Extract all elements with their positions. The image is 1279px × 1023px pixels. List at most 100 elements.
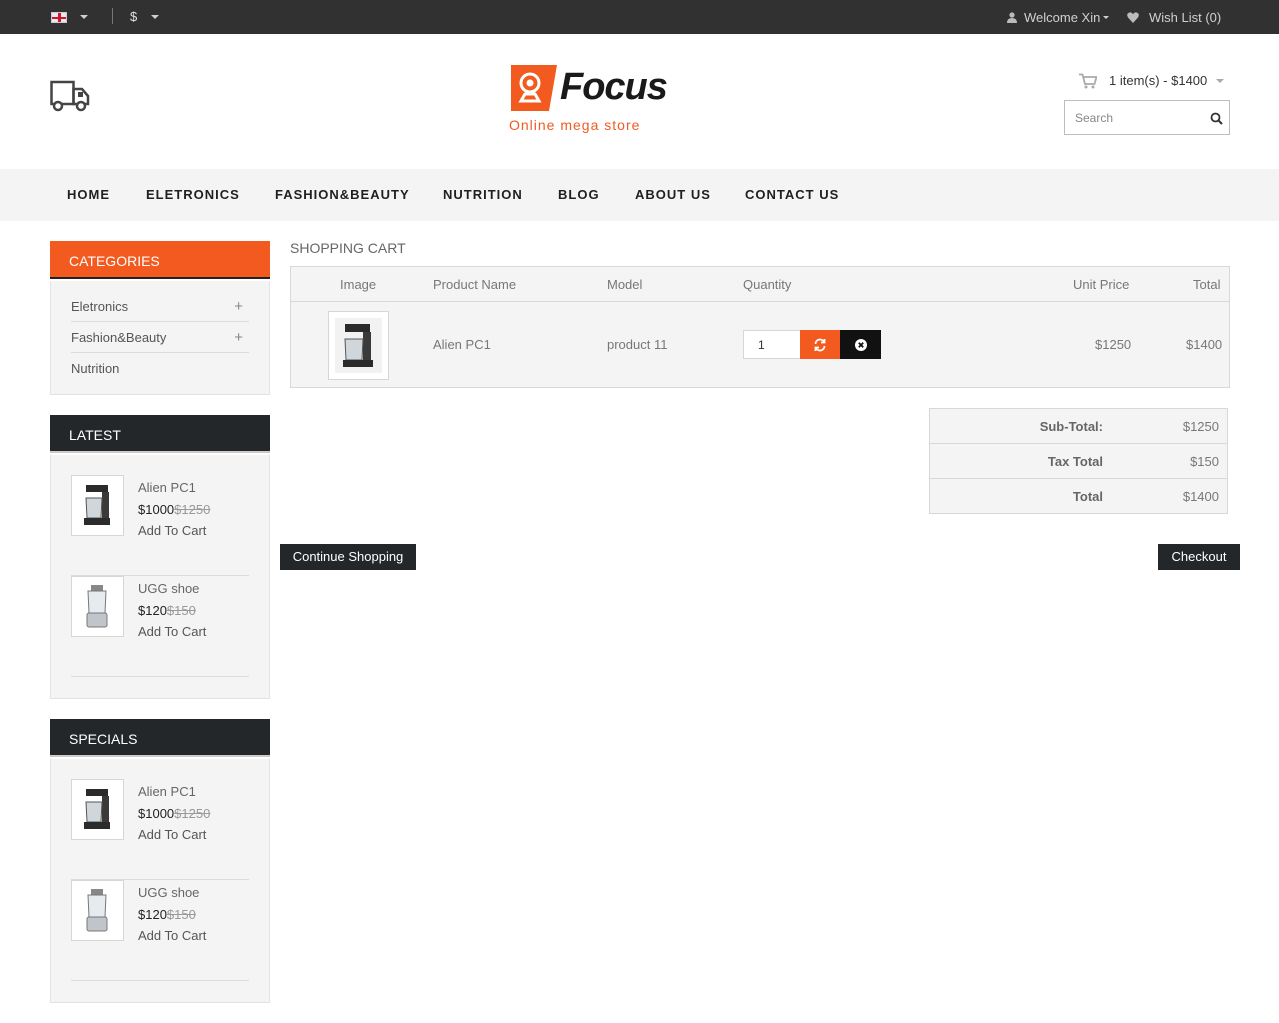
product-price: $120$150 (138, 907, 196, 922)
list-item: UGG shoe $120$150 Add To Cart (71, 576, 249, 677)
category-eletronics[interactable]: Eletronics + (71, 291, 249, 322)
column-header-model: Model (607, 277, 643, 292)
product-thumbnail[interactable] (71, 779, 124, 840)
specials-heading: SPECIALS (50, 719, 270, 757)
list-item: UGG shoe $120$150 Add To Cart (71, 880, 249, 981)
total-row: Total $1400 (930, 479, 1227, 514)
table-header: Image Product Name Model Quantity Unit P… (291, 267, 1229, 302)
price-old: $1250 (174, 502, 211, 517)
price-new: $1000 (138, 806, 175, 821)
search-box (1064, 100, 1230, 135)
subtotal-label: Sub-Total: (1039, 419, 1103, 434)
product-price: $120$150 (138, 603, 196, 618)
product-name[interactable]: Alien PC1 (138, 480, 196, 495)
column-header-unit-price: Unit Price (1073, 277, 1130, 292)
uk-flag-icon[interactable] (51, 12, 67, 23)
cart-chevron-down-icon[interactable] (1216, 79, 1224, 83)
shopping-cart-icon[interactable] (1079, 73, 1097, 89)
tax-row: Tax Total $150 (930, 444, 1227, 479)
add-to-cart-link[interactable]: Add To Cart (138, 827, 206, 842)
product-price: $1000$1250 (138, 806, 210, 821)
specials-list: Alien PC1 $1000$1250 Add To Cart UGG sho… (50, 759, 270, 1003)
main-nav: HOME ELETRONICS FASHION&BEAUTY NUTRITION… (0, 169, 1279, 221)
topbar-divider (112, 8, 113, 24)
currency-selector[interactable]: $ (130, 9, 137, 24)
product-thumbnail[interactable] (71, 475, 124, 536)
price-new: $120 (138, 603, 167, 618)
logo-text: Focus (560, 66, 668, 108)
tax-label: Tax Total (1047, 454, 1103, 469)
column-header-product-name: Product Name (433, 277, 517, 292)
categories-list: Eletronics + Fashion&Beauty + Nutrition (50, 281, 270, 395)
nav-fashion-beauty[interactable]: FASHION&BEAUTY (275, 187, 410, 202)
top-bar: $ Welcome Xin Wish List (0) (0, 0, 1279, 34)
subtotal-value: $1250 (1182, 419, 1219, 434)
latest-list: Alien PC1 $1000$1250 Add To Cart UGG sho… (50, 455, 270, 699)
nav-home[interactable]: HOME (67, 187, 110, 202)
coffee-maker-icon (84, 485, 110, 525)
nav-blog[interactable]: BLOG (558, 187, 600, 202)
add-to-cart-link[interactable]: Add To Cart (138, 523, 206, 538)
price-old: $1250 (174, 806, 211, 821)
product-thumbnail[interactable] (71, 576, 124, 637)
price-old: $150 (166, 603, 196, 618)
price-new: $120 (138, 907, 167, 922)
nav-about-us[interactable]: ABOUT US (635, 187, 711, 202)
account-chevron-down-icon[interactable] (1103, 16, 1109, 19)
page-title: SHOPPING CART (290, 240, 406, 256)
price-old: $150 (166, 907, 196, 922)
search-input[interactable] (1065, 101, 1200, 134)
currency-chevron-down-icon[interactable] (151, 15, 159, 19)
heart-icon (1127, 12, 1139, 23)
categories-heading: CATEGORIES (50, 241, 270, 279)
truck-icon (50, 80, 90, 112)
column-header-total: Total (1193, 277, 1221, 292)
nav-eletronics[interactable]: ELETRONICS (146, 187, 240, 202)
add-to-cart-link[interactable]: Add To Cart (138, 624, 206, 639)
checkout-button[interactable]: Checkout (1158, 544, 1240, 570)
remove-item-button[interactable] (840, 330, 881, 359)
product-name[interactable]: UGG shoe (138, 885, 199, 900)
logo-camera-icon (511, 65, 557, 111)
list-item: Alien PC1 $1000$1250 Add To Cart (71, 475, 249, 576)
subtotal-row: Sub-Total: $1250 (930, 409, 1227, 444)
coffee-maker-icon (335, 318, 382, 373)
product-name[interactable]: UGG shoe (138, 581, 199, 596)
category-fashion-beauty[interactable]: Fashion&Beauty + (71, 322, 249, 353)
logo-tagline: Online mega store (509, 117, 641, 133)
cart-unit-price: $1250 (1095, 337, 1132, 352)
latest-heading: LATEST (50, 415, 270, 453)
update-quantity-button[interactable] (800, 330, 840, 359)
food-processor-icon (86, 889, 108, 932)
cart-product-model: product 11 (607, 337, 668, 352)
price-new: $1000 (138, 502, 175, 517)
cart-table: Image Product Name Model Quantity Unit P… (290, 266, 1230, 388)
product-name[interactable]: Alien PC1 (138, 784, 196, 799)
category-label: Nutrition (71, 361, 120, 376)
cart-summary[interactable]: 1 item(s) - $1400 (1109, 73, 1207, 88)
expand-plus-icon[interactable]: + (234, 322, 243, 353)
category-label: Eletronics (71, 299, 129, 314)
column-header-quantity: Quantity (743, 277, 792, 292)
food-processor-icon (86, 585, 108, 628)
nav-contact-us[interactable]: CONTACT US (745, 187, 839, 202)
continue-shopping-button[interactable]: Continue Shopping (280, 544, 416, 570)
product-thumbnail[interactable] (71, 880, 124, 941)
quantity-input[interactable] (743, 330, 801, 359)
wishlist-link[interactable]: Wish List (0) (1149, 10, 1221, 25)
total-label: Total (1072, 489, 1103, 504)
search-icon[interactable] (1210, 112, 1223, 125)
add-to-cart-link[interactable]: Add To Cart (138, 928, 206, 943)
category-nutrition[interactable]: Nutrition (71, 353, 249, 384)
product-thumbnail[interactable] (328, 311, 389, 380)
account-menu[interactable]: Welcome Xin (1024, 10, 1100, 25)
expand-plus-icon[interactable]: + (234, 291, 243, 322)
coffee-maker-icon (84, 789, 110, 829)
nav-nutrition[interactable]: NUTRITION (443, 187, 523, 202)
close-circle-icon (854, 338, 867, 351)
cart-product-name[interactable]: Alien PC1 (433, 337, 491, 352)
category-label: Fashion&Beauty (71, 330, 167, 345)
language-chevron-down-icon[interactable] (80, 15, 88, 19)
list-item: Alien PC1 $1000$1250 Add To Cart (71, 779, 249, 880)
column-header-image: Image (340, 277, 377, 292)
